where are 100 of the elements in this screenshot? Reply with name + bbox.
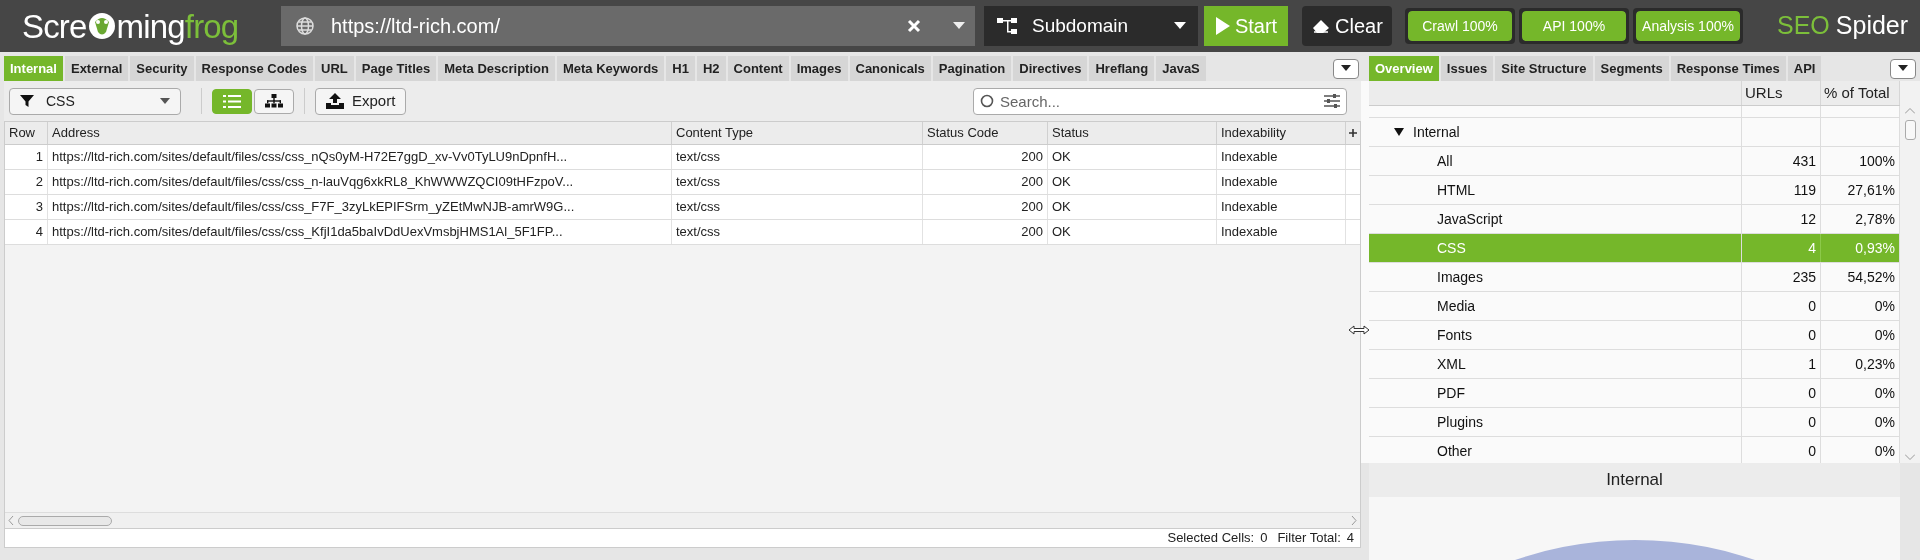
tab[interactable]: API [1787,56,1822,81]
table-cell-text: 12 [1800,209,1816,229]
tab[interactable]: Segments [1594,56,1669,81]
vertical-scrollbar[interactable] [1900,81,1920,463]
tab[interactable]: Security [130,56,194,81]
table-cell: 200 [923,195,1048,219]
tab[interactable]: Pagination [932,56,1012,81]
tree-view-button[interactable] [254,88,294,114]
tab[interactable]: Hreflang [1089,56,1155,81]
table-cell-text: 0 [1808,325,1816,345]
filter-dropdown[interactable]: CSS [9,87,181,115]
frog-icon [86,10,117,42]
table-cell: https://ltd-rich.com/sites/default/files/css/css_n-lauVqg6xkRL8_KhWWWZQCI09tHFzpoV... [48,170,672,194]
progress-label: API 100% [1541,16,1607,36]
clear-button[interactable]: Clear [1302,6,1392,46]
logo-text: ming [116,9,185,43]
tree-item[interactable]: HTML [1437,179,1476,201]
more-tabs-button[interactable] [1333,58,1359,79]
tab[interactable]: Response Times [1670,56,1786,81]
status-value: 0 [1260,529,1268,548]
table-cell-text: 0 [1808,412,1816,432]
table-cell: OK [1048,170,1217,194]
tree-item[interactable]: PDF [1437,382,1465,404]
mode-dropdown[interactable]: Subdomain [984,6,1198,46]
chevron-down-icon [1905,454,1915,460]
table-cell: 4 [5,220,48,244]
tree-item[interactable]: XML [1437,353,1466,375]
table-cell-text: 2,78% [1855,209,1895,229]
table-cell-text: 0% [1874,383,1895,403]
tab[interactable]: Images [790,56,848,81]
tree-item[interactable]: Fonts [1437,324,1472,346]
tree-item[interactable]: Internal [1413,121,1460,143]
search-field[interactable]: Search... [973,87,1347,115]
tab[interactable]: Site Structure [1495,56,1593,81]
progress-label: Analysis 100% [1641,16,1735,36]
logo-text: frog [184,9,239,43]
url-field[interactable]: https://ltd-rich.com/ [281,6,975,46]
tab[interactable]: Content [727,56,789,81]
table-cell: 1 [5,145,48,169]
table-cell: text/css [672,195,923,219]
table-cell: https://ltd-rich.com/sites/default/files/css/css_KfjI1da5baIvDdUexVmsbjHMS1Al_5F1FP... [48,220,672,244]
tab[interactable]: JavaS [1156,56,1206,81]
tab[interactable]: Meta Description [438,56,555,81]
tab[interactable]: Meta Keywords [556,56,665,81]
chevron-right-icon [1351,516,1357,525]
tab[interactable]: H1 [666,56,695,81]
table-cell: Indexable [1217,220,1346,244]
column-header[interactable]: Status [1048,122,1217,144]
table-cell: text/css [672,170,923,194]
tab[interactable]: Response Codes [195,56,314,81]
scrollbar-thumb[interactable] [1904,120,1916,140]
funnel-icon [20,94,34,108]
table-cell: https://ltd-rich.com/sites/default/files/css/css_nQs0yM-H72E7ggD_xv-Vv0TyLU9nDpnfH... [48,145,672,169]
tree-item[interactable]: Plugins [1437,411,1483,433]
tab[interactable]: Issues [1440,56,1494,81]
tree-item[interactable]: Media [1437,295,1476,317]
tree-item[interactable]: Images [1437,266,1483,288]
tab[interactable]: Canonicals [849,56,931,81]
table-cell-text: 0 [1808,383,1816,403]
sliders-icon [1324,93,1340,108]
table-cell-text: 0% [1874,325,1895,345]
chevron-left-icon [8,516,14,525]
column-header[interactable]: URLs [1742,81,1821,105]
horizontal-scrollbar[interactable] [5,512,1360,528]
play-icon [1214,16,1231,36]
tab[interactable]: H2 [696,56,726,81]
more-tabs-button[interactable] [1890,58,1916,79]
column-header[interactable]: Address [48,122,672,144]
column-header[interactable]: Indexability [1217,122,1346,144]
table-cell-text: 0% [1874,296,1895,316]
close-icon [907,19,921,33]
tab[interactable]: External [64,56,129,81]
column-header[interactable]: Status Code [923,122,1048,144]
progress-label: Crawl 100% [1421,16,1499,36]
tree-item[interactable]: JavaScript [1437,208,1503,230]
column-header[interactable]: Row [5,122,48,144]
table-cell: text/css [672,220,923,244]
table-cell: OK [1048,220,1217,244]
eraser-icon [1311,18,1332,34]
table-cell-text: 1 [1808,354,1816,374]
caret-icon [1898,65,1908,72]
table-cell: 2 [5,170,48,194]
table-cell-text: 0% [1874,441,1895,461]
table-cell-text: 100% [1859,151,1895,171]
tab[interactable]: Page Titles [355,56,437,81]
tab[interactable]: Directives [1013,56,1088,81]
table-cell: https://ltd-rich.com/sites/default/files/css/css_F7F_3zyLkEPIFSrm_yZEtMwNJB-amrW9G... [48,195,672,219]
tree-item[interactable]: Other [1437,440,1472,462]
caret-icon [1341,65,1351,72]
globe-icon [295,16,315,36]
table-cell-text: 119 [1793,180,1816,200]
tree-item[interactable]: All [1437,150,1453,172]
tab[interactable]: URL [315,56,354,81]
table-cell-text: 0,93% [1855,238,1895,258]
table-cell-text: 235 [1792,267,1816,287]
export-button[interactable]: Export [315,87,407,115]
plus-icon [1349,129,1357,137]
column-header[interactable]: Content Type [672,122,923,144]
table-cell: Indexable [1217,170,1346,194]
table-cell: Indexable [1217,145,1346,169]
